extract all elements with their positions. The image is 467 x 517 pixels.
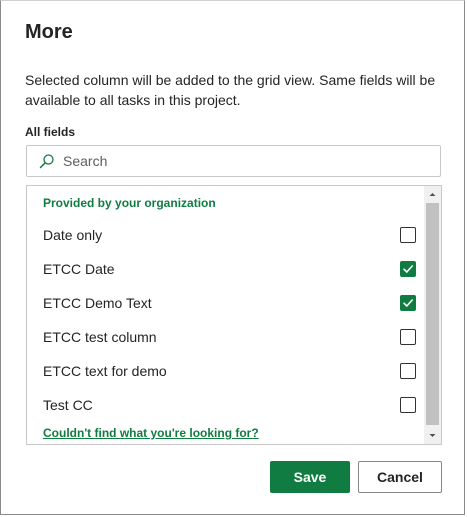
cancel-button[interactable]: Cancel bbox=[358, 461, 442, 493]
checkbox-checked[interactable] bbox=[400, 261, 416, 277]
checkbox[interactable] bbox=[400, 329, 416, 345]
group-header: Provided by your organization bbox=[43, 196, 216, 210]
list-item-label: ETCC Date bbox=[43, 261, 115, 277]
list-item-label: ETCC test column bbox=[43, 329, 157, 345]
help-link[interactable]: Couldn't find what you're looking for? bbox=[43, 426, 259, 440]
list-item[interactable]: ETCC Date bbox=[27, 253, 425, 287]
list-item[interactable]: ETCC test column bbox=[27, 321, 425, 355]
checkbox[interactable] bbox=[400, 397, 416, 413]
scroll-up-arrow-icon[interactable] bbox=[424, 186, 441, 203]
list-item-label: Test CC bbox=[43, 397, 93, 413]
save-button[interactable]: Save bbox=[270, 461, 350, 493]
more-dialog: More Selected column will be added to th… bbox=[0, 0, 465, 515]
dialog-title: More bbox=[25, 21, 73, 43]
list-item-label: Date only bbox=[43, 227, 103, 243]
search-input[interactable] bbox=[63, 153, 393, 169]
list-item[interactable]: Date only bbox=[27, 219, 425, 253]
search-icon bbox=[39, 153, 55, 169]
scrollbar[interactable] bbox=[424, 186, 441, 444]
list-item[interactable]: ETCC text for demo bbox=[27, 355, 425, 389]
checkbox-checked[interactable] bbox=[400, 295, 416, 311]
fields-list: Provided by your organization Date only … bbox=[26, 185, 442, 445]
scroll-down-arrow-icon[interactable] bbox=[424, 427, 441, 444]
all-fields-label: All fields bbox=[25, 125, 76, 139]
checkmark-icon bbox=[403, 265, 413, 273]
checkbox[interactable] bbox=[400, 363, 416, 379]
scrollbar-thumb[interactable] bbox=[426, 203, 439, 425]
checkmark-icon bbox=[403, 299, 413, 307]
list-item[interactable]: Test CC bbox=[27, 389, 425, 423]
list-item[interactable]: ETCC Demo Text bbox=[27, 287, 425, 321]
list-item-label: ETCC Demo Text bbox=[43, 295, 152, 311]
checkbox[interactable] bbox=[400, 227, 416, 243]
search-box[interactable] bbox=[26, 145, 441, 177]
dialog-description: Selected column will be added to the gri… bbox=[25, 72, 436, 108]
list-item-label: ETCC text for demo bbox=[43, 363, 167, 379]
